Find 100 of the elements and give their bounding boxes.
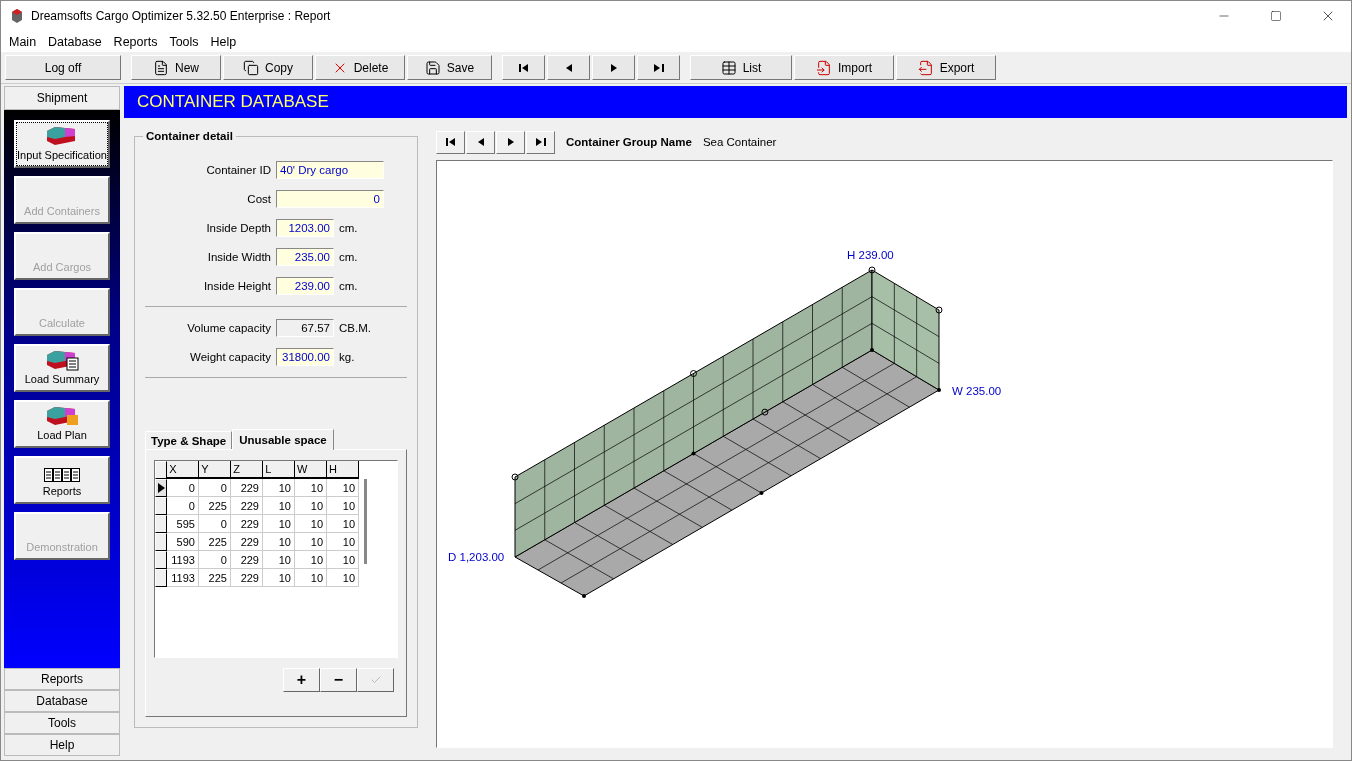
input-field[interactable]: 1203.00 [276,218,334,237]
table-cell: 10 [295,479,327,497]
row-indicator[interactable] [155,515,167,533]
table-cell: 225 [198,569,231,587]
grid-button[interactable]: − [320,668,357,692]
group-name-value: Sea Container [702,136,777,148]
field-label: Cost [246,192,271,205]
table-cell: 10 [263,515,295,533]
boxes-icon [45,405,79,427]
menu-item[interactable]: Reports [107,34,164,49]
maximize-icon [1270,10,1282,22]
table-cell: 10 [295,551,327,569]
sidebar-item[interactable]: Reports [14,456,110,504]
table-cell: 229 [230,515,263,533]
input-field[interactable]: 40' Dry cargo [276,160,384,179]
file-export-icon [917,59,934,76]
menu-item[interactable]: Tools [163,34,205,49]
sidebar-header[interactable]: Shipment [4,86,120,110]
toolbar-button[interactable]: Delete [315,55,405,80]
page-header: CONTAINER DATABASE [124,86,1347,118]
first-button[interactable] [502,55,545,80]
table-cell: 10 [295,497,327,515]
table-cell: 10 [295,569,327,587]
column-header[interactable]: X [167,461,200,479]
field-label: Inside Width [206,250,271,263]
table-cell: 1193 [166,551,199,569]
sidebar-section[interactable]: Tools [4,712,120,734]
row-indicator[interactable] [155,479,167,497]
row-indicator[interactable] [155,497,167,515]
last-record-button[interactable] [526,130,555,154]
sidebar-section[interactable]: Reports [4,668,120,690]
column-header[interactable]: Y [199,461,232,479]
input-field[interactable]: 0 [276,189,384,208]
table-cell: 10 [295,515,327,533]
last-button[interactable] [637,55,680,80]
field-label: Inside Depth [205,221,271,234]
app-icon [9,8,25,24]
input-field[interactable]: 239.00 [276,276,334,295]
row-indicator[interactable] [155,569,167,587]
table-cell: 10 [263,569,295,587]
column-header[interactable]: Z [231,461,264,479]
table-cell: 10 [327,569,360,587]
tab[interactable]: Type & Shape [145,431,233,449]
toolbar-button[interactable]: Import [794,55,894,80]
toolbar-button[interactable]: New [131,55,221,80]
field-label: Weight capacity [189,350,271,363]
sidebar-item[interactable]: Input Specification [14,120,110,168]
group-name-label: Container Group Name [566,136,692,148]
toolbar-button[interactable]: List [690,55,792,80]
column-header[interactable]: L [263,461,296,479]
row-indicator[interactable] [155,551,167,569]
next-record-button[interactable] [496,130,525,154]
table-cell: 0 [198,479,231,497]
sidebar-section[interactable]: Database [4,690,120,712]
table-cell: 0 [166,479,199,497]
previous-record-button[interactable] [466,130,495,154]
column-header[interactable]: H [327,461,359,479]
tab[interactable]: Unusable space [232,429,334,450]
grid-button[interactable]: + [283,668,320,692]
row-indicator[interactable] [155,533,167,551]
input-field[interactable]: 31800.00 [276,347,334,366]
sidebar-section[interactable]: Help [4,734,120,756]
file-import-icon [816,59,832,76]
next-button[interactable] [592,55,635,80]
group-title: Container detail [143,130,236,142]
table-cell: 225 [198,533,231,551]
menu-item[interactable]: Help [204,34,243,49]
window-title: Dreamsofts Cargo Optimizer 5.32.50 Enterprise : Report [31,9,332,23]
menu-item[interactable]: Main [3,34,43,49]
table-cell: 590 [166,533,199,551]
table-cell: 0 [166,497,199,515]
unit-label: kg. [339,350,355,363]
height-label: H 239.00 [847,249,894,261]
log-off-button[interactable]: Log off [5,55,121,80]
toolbar-button[interactable]: Export [896,55,996,80]
unit-label: CB.M. [339,321,371,334]
column-header[interactable]: W [295,461,328,479]
input-field[interactable]: 235.00 [276,247,334,266]
table-cell: 0 [198,551,231,569]
table-cell: 229 [230,533,263,551]
table-cell: 10 [327,497,360,515]
boxes-list-icon [45,349,79,371]
width-label: W 235.00 [952,385,1002,397]
save-icon [424,59,441,76]
table-cell: 10 [327,551,360,569]
previous-button[interactable] [547,55,590,80]
first-icon [443,135,458,149]
sidebar-item[interactable]: Load Summary [14,344,110,392]
toolbar-button[interactable]: Save [407,55,492,80]
first-record-button[interactable] [436,130,465,154]
table-cell: 10 [327,479,360,497]
table-cell: 10 [327,533,360,551]
table-cell: 229 [230,497,263,515]
sidebar-item[interactable]: Load Plan [14,400,110,448]
toolbar-button[interactable]: Copy [223,55,313,80]
menu-item[interactable]: Database [42,34,108,49]
unit-label: cm. [339,221,358,234]
table-cell: 595 [166,515,199,533]
last-icon [533,135,548,149]
input-field[interactable]: 67.57 [276,318,334,337]
